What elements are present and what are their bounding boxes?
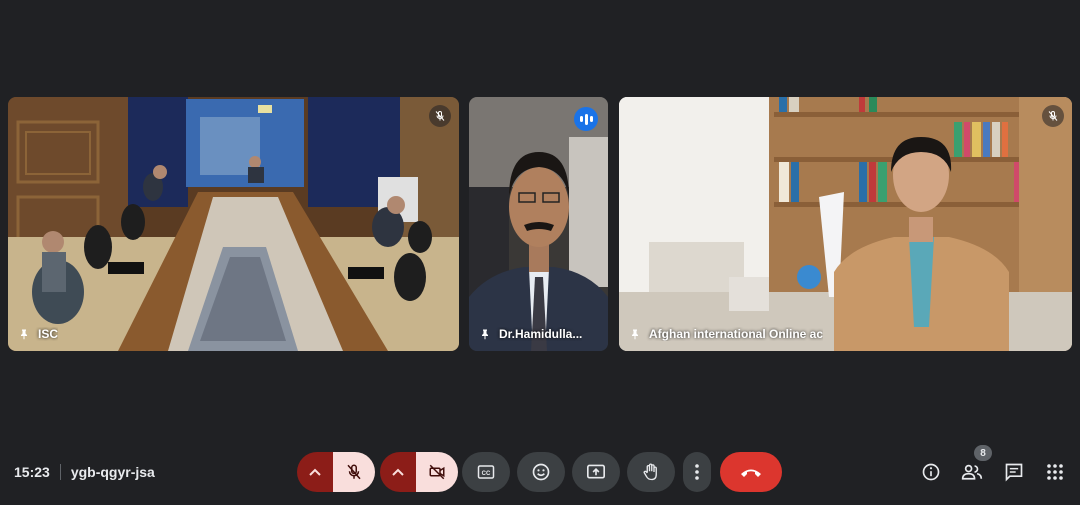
mic-off-icon <box>347 464 361 480</box>
meeting-details-button[interactable] <box>912 453 950 491</box>
people-icon <box>961 464 983 480</box>
more-vert-icon <box>695 464 699 480</box>
pin-icon[interactable] <box>629 327 641 341</box>
meeting-code[interactable]: ygb-qgyr-jsa <box>71 464 155 480</box>
participant-tile-isc[interactable]: ISC <box>8 97 459 351</box>
more-options-button[interactable] <box>683 452 711 492</box>
control-bar: 15:23 ygb-qgyr-jsa CC <box>0 445 1080 501</box>
participant-name-text: Afghan international Online ac <box>649 327 824 341</box>
audio-settings-button[interactable] <box>297 452 333 492</box>
muted-indicator <box>1042 105 1064 127</box>
leave-call-button[interactable] <box>720 452 782 492</box>
pin-icon[interactable] <box>479 327 491 341</box>
camera-control-group <box>380 452 458 492</box>
activities-button[interactable] <box>1036 453 1074 491</box>
divider <box>59 464 61 480</box>
apps-grid-icon <box>1047 464 1063 480</box>
captions-button[interactable]: CC <box>462 452 510 492</box>
pin-icon[interactable] <box>18 327 30 341</box>
call-end-icon <box>741 469 761 477</box>
video-feed-office <box>619 97 1072 351</box>
participant-name: Dr.Hamidulla... <box>479 327 582 341</box>
participant-count-badge: 8 <box>974 445 992 461</box>
participant-name: ISC <box>18 327 58 341</box>
reactions-button[interactable] <box>517 452 565 492</box>
video-feed-speaker <box>469 97 608 351</box>
emoji-icon <box>532 463 550 481</box>
speaking-indicator <box>574 107 598 131</box>
raise-hand-button[interactable] <box>627 452 675 492</box>
video-settings-button[interactable] <box>380 452 416 492</box>
participant-name-text: Dr.Hamidulla... <box>499 327 583 341</box>
meeting-info: 15:23 ygb-qgyr-jsa <box>14 464 155 480</box>
chat-icon <box>1005 463 1023 482</box>
raise-hand-icon <box>643 463 657 481</box>
mic-control-group <box>297 452 375 492</box>
chat-button[interactable] <box>995 453 1033 491</box>
camera-toggle-button[interactable] <box>416 452 458 492</box>
participant-tile-hamidulla[interactable]: Dr.Hamidulla... <box>469 97 608 351</box>
participant-name-text: ISC <box>38 327 59 341</box>
camera-off-icon <box>429 464 445 480</box>
mic-off-icon <box>1048 110 1058 121</box>
captions-icon: CC <box>477 465 495 479</box>
mic-toggle-button[interactable] <box>333 452 375 492</box>
present-icon <box>587 464 605 479</box>
participant-tile-afghan-international[interactable]: Afghan international Online ac <box>619 97 1072 351</box>
participant-name: Afghan international Online ac <box>629 327 823 341</box>
video-feed-conference-room <box>8 97 459 351</box>
svg-text:CC: CC <box>482 471 491 477</box>
caret-up-icon <box>392 468 404 476</box>
present-button[interactable] <box>572 452 620 492</box>
muted-indicator <box>429 105 451 127</box>
clock-time: 15:23 <box>14 464 50 480</box>
mic-off-icon <box>435 110 445 121</box>
info-icon <box>922 463 940 481</box>
caret-up-icon <box>309 468 321 476</box>
